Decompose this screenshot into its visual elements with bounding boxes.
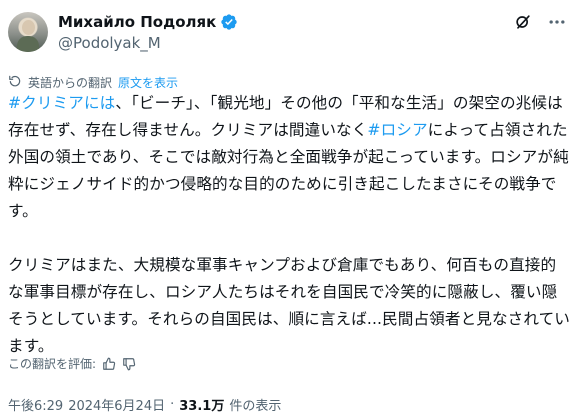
tweet: Михайло Подоляк @Podolyak_M 英語からの翻訳 原文を表… [0, 0, 581, 419]
show-original-link[interactable]: 原文を表示 [118, 74, 178, 91]
verified-badge-icon[interactable] [220, 13, 238, 31]
translate-icon [8, 74, 22, 91]
rate-translation: この翻訳を評価: [8, 355, 136, 372]
author-handle[interactable]: @Podolyak_M [58, 34, 238, 52]
author-display-name[interactable]: Михайло Подоляк [58, 13, 216, 31]
author-info: Михайло Подоляк @Podolyak_M [58, 12, 238, 52]
tweet-paragraph-2: クリミアはまた、大規模な軍事キャンプおよび倉庫でもあり、何百もの直接的な軍事目標… [8, 256, 570, 355]
views-count: 33.1万 [179, 399, 225, 414]
translation-notice: 英語からの翻訳 原文を表示 [8, 74, 178, 91]
thumbs-down-icon[interactable] [122, 357, 136, 371]
avatar-head [22, 20, 35, 35]
more-options-icon[interactable] [547, 12, 567, 32]
tweet-header: Михайло Подоляк @Podolyak_M [8, 8, 569, 54]
avatar-body [17, 36, 39, 52]
tweet-text: #クリミアには、「ビーチ」、「観光地」その他の「平和な生活」の架空の兆候は存在せ… [8, 90, 570, 360]
avatar[interactable] [8, 12, 48, 52]
views-label: 件の表示 [229, 399, 282, 414]
tweet-meta: 午後6:29 2024年6月24日 · 33.1万 件の表示 [8, 395, 281, 414]
tweet-time[interactable]: 午後6:29 [8, 395, 63, 414]
meta-separator: · [170, 397, 175, 412]
translation-note: 英語からの翻訳 [28, 76, 113, 90]
tweet-top-actions [513, 12, 567, 32]
tweet-paragraph-1: #クリミアには、「ビーチ」、「観光地」その他の「平和な生活」の架空の兆候は存在せ… [8, 90, 570, 225]
thumbs-up-icon[interactable] [102, 357, 116, 371]
tweet-date[interactable]: 2024年6月24日 [68, 395, 165, 414]
hashtag-link[interactable]: #クリミアには [8, 94, 115, 112]
name-row: Михайло Подоляк [58, 12, 238, 32]
hashtag-link[interactable]: #ロシア [367, 121, 427, 139]
grok-icon[interactable] [513, 12, 533, 32]
rate-translation-label: この翻訳を評価: [8, 357, 97, 371]
